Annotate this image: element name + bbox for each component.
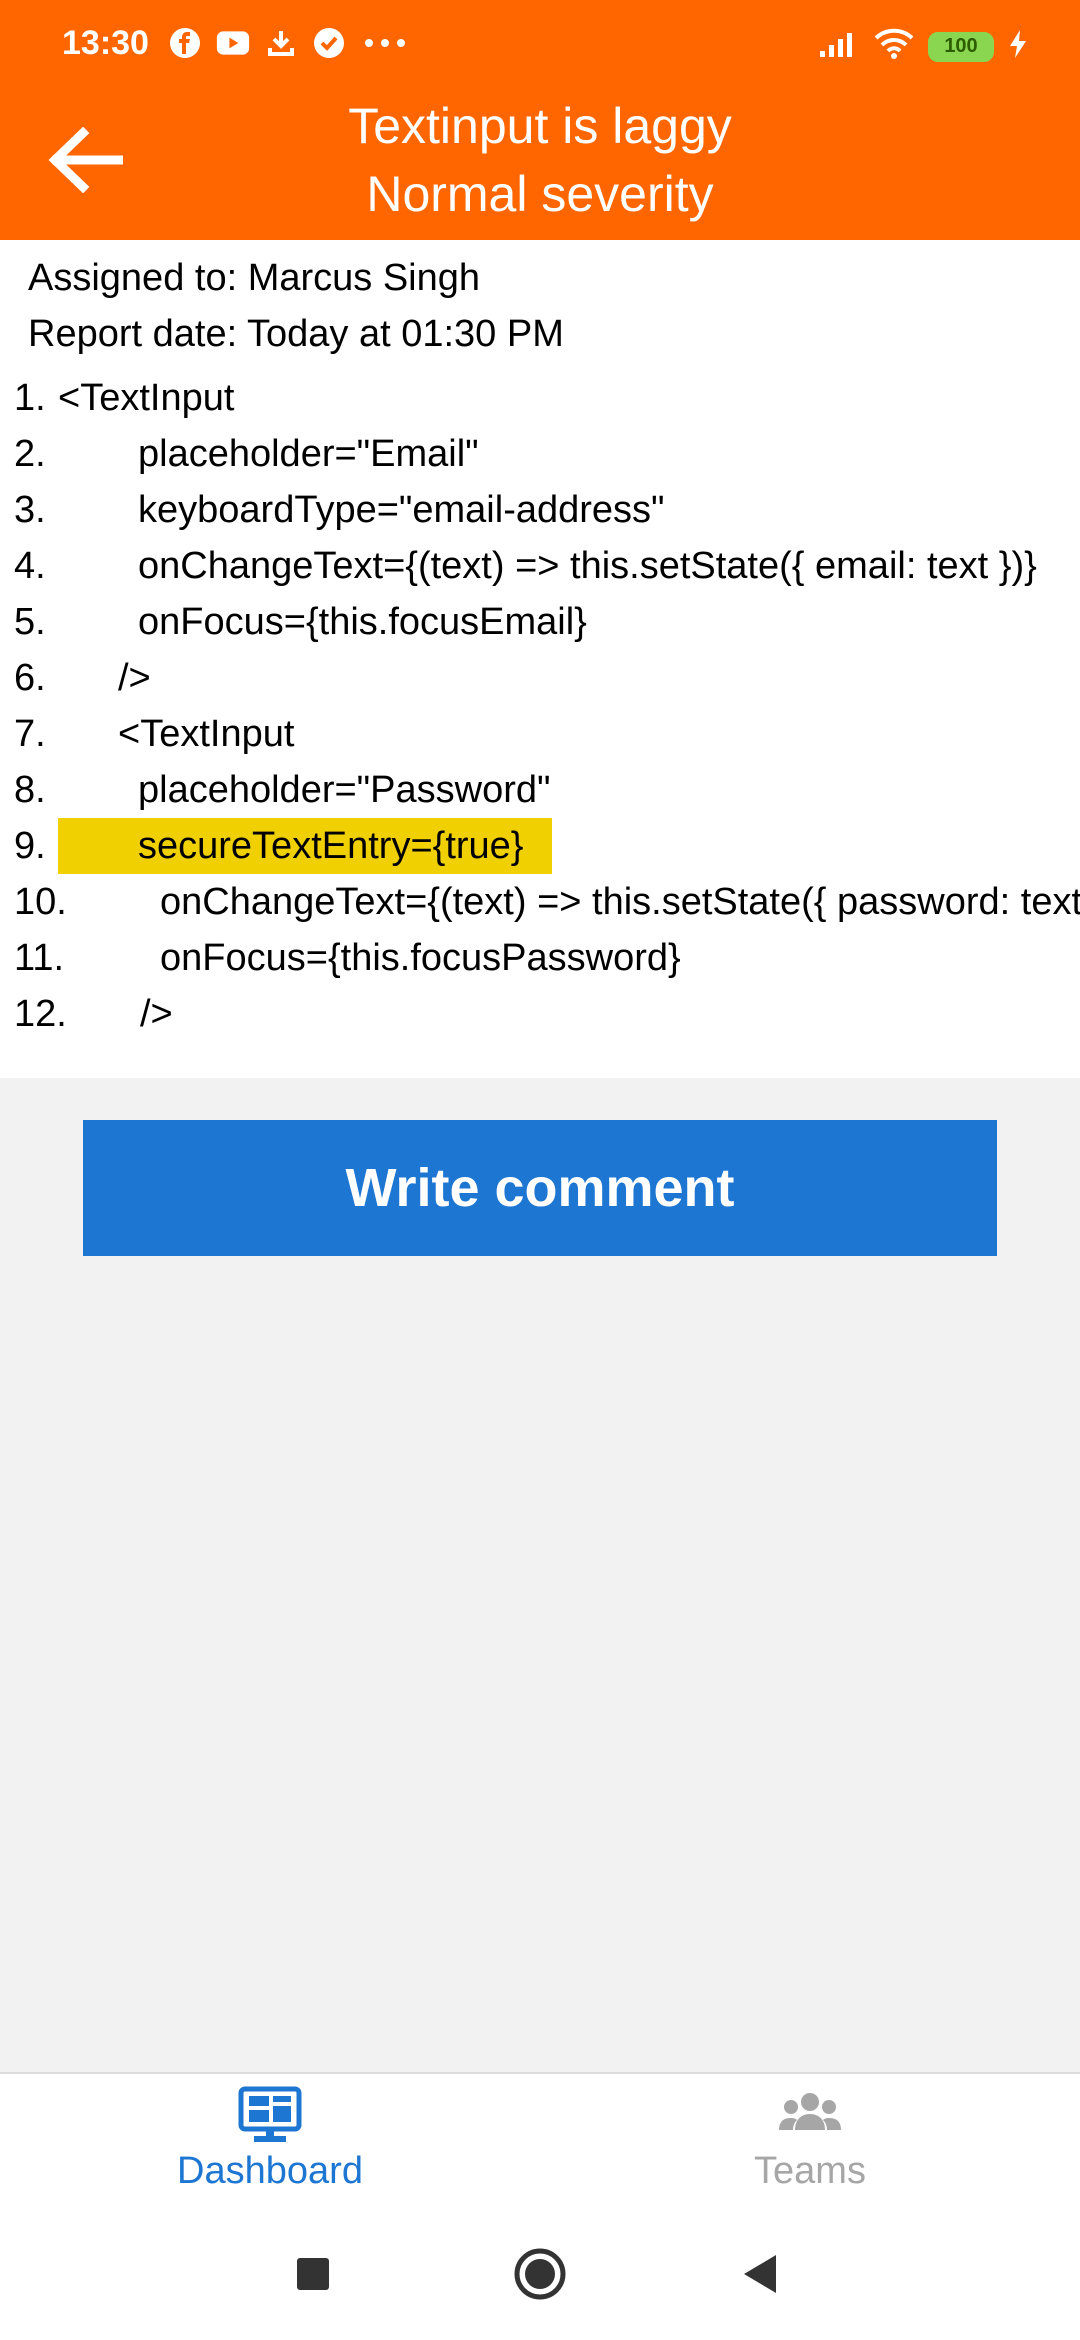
code-line-number: 7.: [14, 713, 46, 755]
code-line: 8. placeholder="Password": [0, 762, 1080, 818]
back-button[interactable]: [40, 120, 130, 200]
write-comment-button[interactable]: Write comment: [83, 1120, 997, 1256]
back-system-button[interactable]: [730, 2244, 790, 2304]
square-icon: [297, 2258, 329, 2290]
tab-teams-label: Teams: [754, 2150, 866, 2192]
code-line-number: 5.: [14, 601, 46, 643]
code-line: 1. <TextInput: [0, 370, 1080, 426]
code-line-text: placeholder="Password": [138, 769, 551, 811]
more-icon: [360, 26, 410, 60]
report-date: Report date: Today at 01:30 PM: [28, 313, 564, 355]
tab-dashboard[interactable]: Dashboard: [0, 2074, 540, 2212]
severity-subtitle: Normal severity: [366, 166, 714, 222]
code-line-text: <TextInput: [58, 377, 235, 419]
circle-icon: [514, 2248, 566, 2300]
header-title-block: Textinput is laggy Normal severity: [180, 92, 900, 228]
triangle-left-icon: [744, 2255, 776, 2293]
code-line-text: <TextInput: [118, 713, 295, 755]
dashboard-icon: [238, 2086, 302, 2142]
code-line-text: />: [140, 993, 173, 1035]
code-line-number: 10.: [14, 881, 67, 923]
code-line-number: 3.: [14, 489, 46, 531]
arrow-left-icon: [48, 127, 123, 193]
code-line-number: 2.: [14, 433, 46, 475]
code-line-text: onFocus={this.focusEmail}: [138, 601, 587, 643]
code-line-text: onChangeText={(text) => this.setState({ …: [160, 881, 1080, 923]
code-line-number: 4.: [14, 545, 46, 587]
tab-teams[interactable]: Teams: [540, 2074, 1080, 2212]
download-icon: [264, 26, 298, 60]
code-line-text: />: [118, 657, 151, 699]
youtube-icon: [216, 26, 250, 60]
battery-icon: 100: [928, 31, 994, 62]
code-line: 10. onChangeText={(text) => this.setState…: [0, 874, 1080, 930]
signal-icon: [818, 29, 860, 64]
code-line: 9. secureTextEntry={true}: [0, 818, 1080, 874]
code-line-text: secureTextEntry={true}: [138, 825, 524, 867]
wifi-icon: [874, 28, 914, 65]
code-line: 2. placeholder="Email": [0, 426, 1080, 482]
code-line: 6. />: [0, 650, 1080, 706]
bottom-navigation: Dashboard Teams: [0, 2072, 1080, 2210]
code-line-number: 9.: [14, 825, 46, 867]
assigned-to: Assigned to: Marcus Singh: [28, 257, 481, 299]
report-details: Assigned to: Marcus Singh Report date: T…: [0, 240, 1080, 1078]
code-line-number: 6.: [14, 657, 46, 699]
status-bar: 13:30 100: [0, 0, 1080, 96]
check-circle-icon: [312, 26, 346, 60]
code-line-number: 11.: [14, 937, 65, 979]
code-line: 12. />: [0, 986, 1080, 1042]
code-snippet: 1. <TextInput 2. placeholder="Email" 3. keybo…: [0, 370, 1080, 1042]
report-meta: Assigned to: Marcus Singh Report date: T…: [0, 240, 1080, 362]
app-header: 13:30 100 Textinput is laggy Normal seve…: [0, 0, 1080, 240]
system-navigation-bar: [0, 2210, 1080, 2340]
tab-dashboard-label: Dashboard: [177, 2150, 363, 2192]
system-status-icons: 100: [818, 28, 1028, 65]
code-line-text: onFocus={this.focusPassword}: [160, 937, 681, 979]
home-button[interactable]: [510, 2244, 570, 2304]
page-title: Textinput is laggy: [348, 98, 732, 154]
code-line-text: onChangeText={(text) => this.setState({ …: [138, 545, 1037, 587]
facebook-icon: [168, 26, 202, 60]
code-line: 3. keyboardType="email-address": [0, 482, 1080, 538]
charging-icon: [1008, 29, 1028, 64]
code-line: 5. onFocus={this.focusEmail}: [0, 594, 1080, 650]
code-line-text: placeholder="Email": [138, 433, 479, 475]
code-line: 4. onChangeText={(text) => this.setState(…: [0, 538, 1080, 594]
group-icon: [779, 2093, 841, 2130]
code-line: 11. onFocus={this.focusPassword}: [0, 930, 1080, 986]
code-line-number: 12.: [14, 993, 67, 1035]
notification-icons: [168, 26, 410, 60]
code-line-text: keyboardType="email-address": [138, 489, 665, 531]
code-line-number: 8.: [14, 769, 46, 811]
code-line: 7. <TextInput: [0, 706, 1080, 762]
recents-button[interactable]: [283, 2244, 343, 2304]
code-line-number: 1.: [14, 377, 46, 419]
status-time: 13:30: [62, 24, 149, 62]
